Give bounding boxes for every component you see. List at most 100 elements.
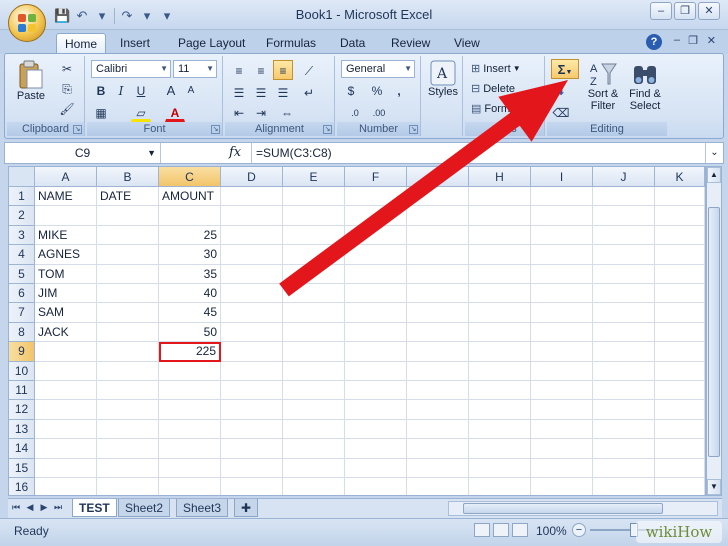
cell-i4[interactable] — [531, 245, 593, 265]
cell-g13[interactable] — [407, 419, 469, 440]
cell-f11[interactable] — [345, 381, 407, 401]
align-center-icon[interactable]: ☰ — [251, 82, 271, 102]
horizontal-scroll-thumb[interactable] — [463, 503, 663, 514]
alignment-launcher-icon[interactable]: ↘ — [323, 125, 332, 134]
format-painter-icon[interactable]: 🖌 — [57, 98, 77, 118]
cell-f6[interactable] — [345, 284, 407, 304]
cell-h6[interactable] — [469, 284, 531, 304]
cell-f8[interactable] — [345, 322, 407, 343]
cell-f14[interactable] — [345, 439, 407, 459]
last-sheet-icon[interactable]: ⏭ — [52, 502, 64, 513]
minimize-button[interactable]: – — [650, 2, 672, 20]
cell-g9[interactable] — [407, 342, 469, 362]
sheet-tab-test[interactable]: TEST — [72, 499, 117, 517]
row-header-12[interactable]: 12 — [9, 400, 35, 420]
cell-d14[interactable] — [221, 439, 283, 459]
ribbon-minimize-icon[interactable]: – — [674, 34, 680, 46]
cell-g12[interactable] — [407, 400, 469, 420]
scroll-up-icon[interactable]: ▲ — [707, 167, 721, 183]
cell-c13[interactable] — [159, 419, 221, 440]
cell-d13[interactable] — [221, 419, 283, 440]
insert-sheet-icon[interactable]: ✚ — [234, 499, 258, 517]
cell-e1[interactable] — [283, 187, 345, 207]
worksheet-grid[interactable]: A B C D E F G H I J K 1 NAME DATE AMOUNT 2 3 MIKE 25 4 AGNES… — [8, 166, 706, 496]
cell-a1[interactable]: NAME — [35, 187, 97, 207]
cell-b12[interactable] — [97, 400, 159, 420]
cell-k8[interactable] — [655, 322, 705, 343]
tab-view[interactable]: View — [446, 33, 488, 54]
percent-button[interactable]: % — [367, 80, 387, 100]
tab-insert[interactable]: Insert — [112, 33, 158, 54]
cell-i5[interactable] — [531, 264, 593, 284]
cell-e10[interactable] — [283, 361, 345, 381]
cell-e4[interactable] — [283, 245, 345, 265]
close-button[interactable]: ✕ — [698, 2, 720, 20]
ribbon-close-icon[interactable]: ✕ — [707, 34, 716, 47]
clipboard-launcher-icon[interactable]: ↘ — [73, 125, 82, 134]
cell-f15[interactable] — [345, 458, 407, 478]
cell-a10[interactable] — [35, 361, 97, 381]
cell-b7[interactable] — [97, 303, 159, 323]
cell-i7[interactable] — [531, 303, 593, 323]
cell-f12[interactable] — [345, 400, 407, 420]
column-header-j[interactable]: J — [593, 167, 655, 187]
column-header-g[interactable]: G — [407, 167, 469, 187]
cell-k6[interactable] — [655, 284, 705, 304]
cell-g5[interactable] — [407, 264, 469, 284]
row-header-15[interactable]: 15 — [9, 458, 35, 478]
autosum-button[interactable]: Σ▼ — [551, 59, 579, 79]
cell-a4[interactable]: AGNES — [35, 245, 97, 265]
cell-e16[interactable] — [283, 478, 345, 495]
first-sheet-icon[interactable]: ⏮ — [10, 502, 22, 513]
grow-font-button[interactable]: A — [161, 80, 181, 100]
next-sheet-icon[interactable]: ▶ — [38, 502, 50, 513]
cell-f1[interactable] — [345, 187, 407, 207]
cell-d11[interactable] — [221, 381, 283, 401]
cell-a13[interactable] — [35, 419, 97, 440]
cell-h2[interactable] — [469, 206, 531, 226]
bold-button[interactable]: B — [91, 80, 111, 100]
cell-b14[interactable] — [97, 439, 159, 459]
cell-h15[interactable] — [469, 458, 531, 478]
cell-b4[interactable] — [97, 245, 159, 265]
cell-d8[interactable] — [221, 322, 283, 343]
cell-g6[interactable] — [407, 284, 469, 304]
borders-icon[interactable]: ▦ — [91, 102, 111, 122]
cell-e14[interactable] — [283, 439, 345, 459]
cell-e6[interactable] — [283, 284, 345, 304]
cell-c6[interactable]: 40 — [159, 284, 221, 304]
cell-a14[interactable] — [35, 439, 97, 459]
column-header-f[interactable]: F — [345, 167, 407, 187]
cell-h5[interactable] — [469, 264, 531, 284]
number-format-select[interactable]: General ▼ — [341, 60, 415, 78]
cell-j16[interactable] — [593, 478, 655, 495]
cell-c10[interactable] — [159, 361, 221, 381]
cell-a7[interactable]: SAM — [35, 303, 97, 323]
cell-g10[interactable] — [407, 361, 469, 381]
align-bottom-icon[interactable]: ≡ — [273, 60, 293, 80]
underline-button[interactable]: U — [131, 80, 151, 100]
row-header-5[interactable]: 5 — [9, 264, 35, 284]
cell-i16[interactable] — [531, 478, 593, 495]
cell-j2[interactable] — [593, 206, 655, 226]
cell-a5[interactable]: TOM — [35, 264, 97, 284]
formula-input[interactable]: =SUM(C3:C8) — [251, 143, 703, 163]
cell-i6[interactable] — [531, 284, 593, 304]
column-header-k[interactable]: K — [655, 167, 705, 187]
cell-c2[interactable] — [159, 206, 221, 226]
cell-d4[interactable] — [221, 245, 283, 265]
cell-k16[interactable] — [655, 478, 705, 495]
cell-j14[interactable] — [593, 439, 655, 459]
cell-c11[interactable] — [159, 381, 221, 401]
cell-a2[interactable] — [35, 206, 97, 226]
cell-j7[interactable] — [593, 303, 655, 323]
cell-c4[interactable]: 30 — [159, 245, 221, 265]
cell-a11[interactable] — [35, 381, 97, 401]
cell-b15[interactable] — [97, 458, 159, 478]
cell-c7[interactable]: 45 — [159, 303, 221, 323]
cell-d7[interactable] — [221, 303, 283, 323]
cell-b6[interactable] — [97, 284, 159, 304]
font-color-button[interactable]: A — [165, 102, 185, 122]
cell-k7[interactable] — [655, 303, 705, 323]
cell-j15[interactable] — [593, 458, 655, 478]
